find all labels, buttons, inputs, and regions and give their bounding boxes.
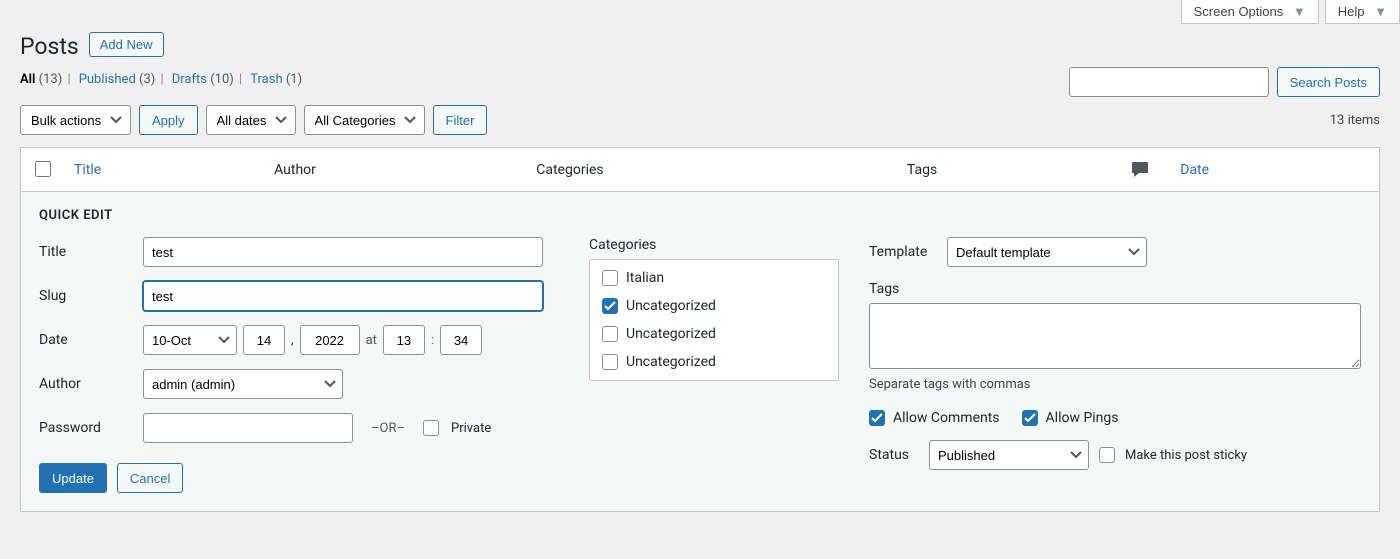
tags-textarea[interactable] — [869, 303, 1361, 369]
help-label: Help — [1338, 4, 1365, 19]
slug-label: Slug — [39, 288, 131, 304]
add-new-button[interactable]: Add New — [89, 32, 164, 57]
cancel-button[interactable]: Cancel — [117, 463, 183, 493]
column-title[interactable]: Title — [64, 148, 264, 192]
allow-pings-label: Allow Pings — [1046, 410, 1119, 426]
category-checklist: Italian Uncategorized Uncategorized — [589, 259, 839, 381]
tags-helper: Separate tags with commas — [869, 377, 1361, 392]
author-label: Author — [39, 376, 131, 392]
hour-input[interactable] — [383, 325, 425, 355]
search-input[interactable] — [1069, 67, 1269, 97]
filter-trash-link[interactable]: Trash — [250, 72, 282, 87]
private-label: Private — [451, 421, 491, 436]
caret-down-icon: ▼ — [1374, 4, 1387, 19]
allow-comments-checkbox[interactable] — [869, 410, 885, 426]
template-label: Template — [869, 244, 937, 260]
status-label: Status — [869, 447, 919, 463]
column-categories: Categories — [526, 148, 897, 192]
column-date[interactable]: Date — [1170, 148, 1379, 192]
category-checkbox-italian[interactable] — [602, 270, 618, 286]
allow-pings-checkbox[interactable] — [1022, 410, 1038, 426]
search-posts-button[interactable]: Search Posts — [1277, 67, 1380, 97]
category-label: Uncategorized — [626, 298, 716, 314]
filter-all-link[interactable]: All — [20, 72, 35, 87]
column-tags: Tags — [897, 148, 1110, 192]
screen-options-label: Screen Options — [1194, 4, 1284, 19]
category-checkbox-uncategorized-2[interactable] — [602, 326, 618, 342]
quick-edit-legend: QUICK EDIT — [39, 208, 1361, 223]
items-count: 13 items — [1330, 113, 1380, 128]
apply-bulk-button[interactable]: Apply — [139, 105, 198, 135]
or-label: –OR– — [371, 421, 405, 436]
month-select[interactable]: 10-Oct — [143, 325, 237, 355]
category-filter-select[interactable]: All Categories — [304, 105, 425, 135]
filter-published-link[interactable]: Published — [79, 72, 136, 87]
column-comments[interactable] — [1110, 148, 1170, 192]
category-checkbox-uncategorized[interactable] — [602, 298, 618, 314]
private-checkbox[interactable] — [423, 420, 439, 436]
tags-label: Tags — [869, 281, 1361, 297]
category-label: Italian — [626, 270, 664, 286]
date-label: Date — [39, 332, 131, 348]
day-input[interactable] — [243, 325, 285, 355]
title-label: Title — [39, 244, 131, 260]
minute-input[interactable] — [440, 325, 482, 355]
password-label: Password — [39, 420, 131, 436]
screen-options-button[interactable]: Screen Options ▼ — [1181, 0, 1319, 24]
help-button[interactable]: Help ▼ — [1325, 0, 1400, 24]
category-checkbox-uncategorized-3[interactable] — [602, 354, 618, 370]
filter-drafts-link[interactable]: Drafts — [172, 72, 207, 87]
template-select[interactable]: Default template — [947, 237, 1147, 267]
category-label: Uncategorized — [626, 326, 716, 342]
filter-all-count: (13) — [39, 72, 63, 87]
filter-button[interactable]: Filter — [433, 105, 488, 135]
password-input[interactable] — [143, 413, 353, 443]
filter-published-count: (3) — [139, 72, 155, 87]
caret-down-icon: ▼ — [1293, 4, 1306, 19]
sticky-checkbox[interactable] — [1099, 447, 1115, 463]
date-filter-select[interactable]: All dates — [206, 105, 296, 135]
filter-drafts-count: (10) — [210, 72, 234, 87]
filter-trash-count: (1) — [286, 72, 302, 87]
category-label: Uncategorized — [626, 354, 716, 370]
year-input[interactable] — [300, 325, 360, 355]
update-button[interactable]: Update — [39, 463, 107, 493]
title-input[interactable] — [143, 237, 543, 267]
categories-label: Categories — [589, 237, 839, 253]
at-label: at — [366, 333, 377, 348]
column-author: Author — [264, 148, 526, 192]
sticky-label: Make this post sticky — [1125, 448, 1247, 463]
bulk-actions-select[interactable]: Bulk actions — [20, 105, 131, 135]
page-title: Posts — [20, 24, 79, 64]
author-select[interactable]: admin (admin) — [143, 369, 343, 399]
allow-comments-label: Allow Comments — [893, 410, 1000, 426]
comments-icon — [1130, 161, 1150, 177]
select-all-checkbox[interactable] — [35, 161, 51, 177]
slug-input[interactable] — [143, 281, 543, 311]
status-select[interactable]: Published — [929, 440, 1089, 470]
